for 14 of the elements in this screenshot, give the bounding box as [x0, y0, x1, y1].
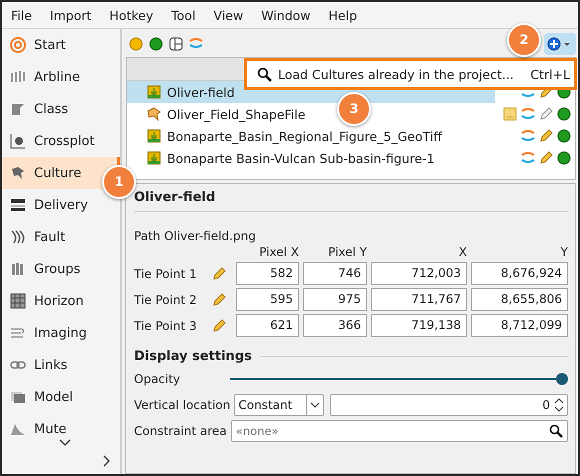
column-header: X [458, 245, 467, 259]
tie-point-label: Tie Point 2 [134, 292, 198, 306]
path-text: Path Oliver-field.png [134, 229, 257, 243]
field-label: Constraint area [134, 424, 227, 438]
tie-point-label: Tie Point 1 [134, 266, 198, 280]
opacity-label: Opacity [134, 372, 180, 386]
column-header: Y [560, 245, 568, 259]
column-header: Pixel X [258, 245, 299, 259]
section-title: Oliver-field [134, 184, 568, 212]
tie-point-label: Tie Point 3 [134, 318, 198, 332]
column-header: Pixel Y [327, 245, 367, 259]
step-tooltip: 2 [507, 23, 541, 57]
field-label: Vertical location [134, 398, 230, 412]
section-title: Display settings [134, 349, 252, 364]
